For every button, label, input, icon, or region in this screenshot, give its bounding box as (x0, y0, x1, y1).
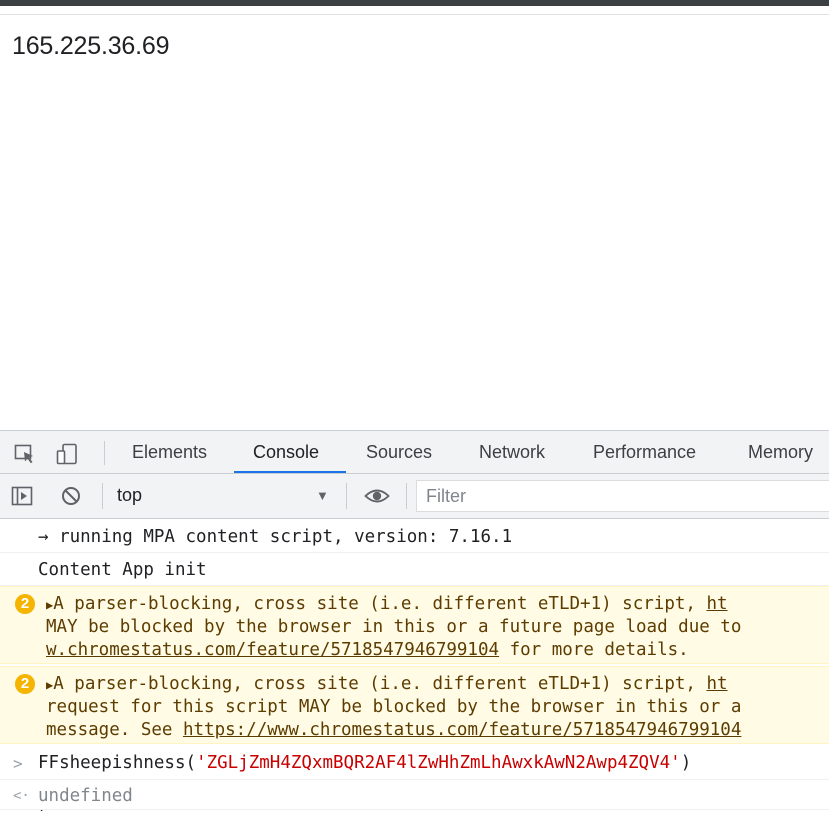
devtools-tabbar: Elements Console Sources Network Perform… (0, 430, 829, 474)
live-expression-icon[interactable] (364, 485, 390, 507)
console-input-command: > FFsheepishness('ZGLjZmH4ZQxmBQR2AF4lZw… (0, 746, 829, 780)
device-toolbar-icon[interactable] (56, 443, 78, 465)
toolbar-separator (102, 483, 103, 509)
console-result: <· undefined (0, 780, 829, 810)
active-tab-indicator (234, 471, 346, 473)
tab-performance[interactable]: Performance (593, 431, 696, 473)
warning-link[interactable]: w.chromestatus.com/feature/5718547946799… (46, 640, 499, 660)
console-messages: → running MPA content script, version: 7… (0, 519, 829, 817)
warning-link[interactable]: https://www.chromestatus.com/feature/571… (183, 720, 741, 740)
tab-elements[interactable]: Elements (132, 431, 207, 473)
filter-input[interactable] (426, 485, 806, 507)
console-prompt[interactable]: . (0, 810, 829, 817)
input-prompt-icon: > (13, 754, 23, 773)
console-toolbar: top ▼ (0, 474, 829, 519)
execution-context-selector[interactable]: top (117, 485, 142, 506)
clear-console-icon[interactable] (60, 485, 82, 507)
warning-count-badge: 2 (15, 594, 35, 614)
tab-sources[interactable]: Sources (366, 431, 432, 473)
result-prompt-icon: <· (13, 788, 30, 804)
dropdown-arrow-icon[interactable]: ▼ (316, 488, 329, 503)
tabbar-separator (104, 441, 105, 465)
warning-link[interactable]: ht (706, 594, 727, 614)
devtools-panel: Elements Console Sources Network Perform… (0, 430, 829, 817)
console-warning[interactable]: 2 ▶A parser-blocking, cross site (i.e. d… (0, 586, 829, 664)
tab-network[interactable]: Network (479, 431, 545, 473)
warning-count-badge: 2 (15, 674, 35, 694)
inspect-element-icon[interactable] (14, 443, 36, 465)
toolbar-separator (406, 483, 407, 509)
tab-memory[interactable]: Memory (748, 431, 813, 473)
tab-console[interactable]: Console (253, 431, 319, 473)
console-warning[interactable]: 2 ▶A parser-blocking, cross site (i.e. d… (0, 666, 829, 744)
console-filter[interactable] (416, 480, 829, 512)
warning-link[interactable]: ht (706, 674, 727, 694)
toolbar-separator (346, 483, 347, 509)
console-log-line: Content App init (0, 553, 829, 586)
browser-top-strip (0, 0, 829, 6)
console-log-line: → running MPA content script, version: 7… (0, 519, 829, 553)
console-sidebar-icon[interactable] (11, 485, 33, 507)
page-top-border (0, 14, 829, 15)
page-ip-address: 165.225.36.69 (12, 32, 170, 60)
